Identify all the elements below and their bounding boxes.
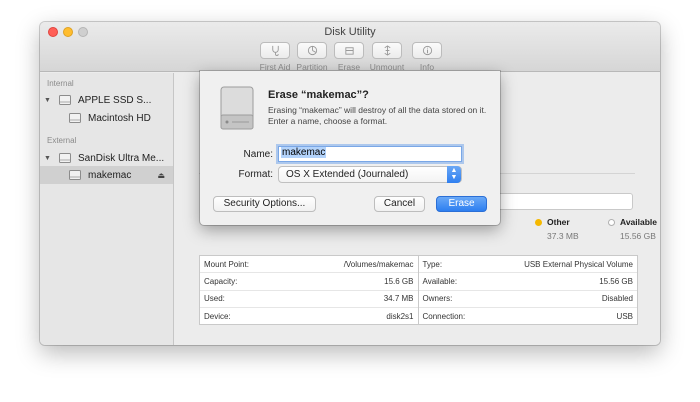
external-disk-label: SanDisk Ultra Me...	[78, 152, 165, 164]
sidebar-item-macintosh-hd[interactable]: Macintosh HD	[40, 109, 173, 127]
makemac-label: makemac	[88, 169, 132, 181]
name-label: Name:	[243, 149, 273, 160]
info-key: Owners:	[422, 294, 453, 304]
info-value: /Volumes/makemac	[343, 259, 414, 269]
internal-disk-icon	[59, 95, 71, 105]
format-label: Format:	[238, 169, 273, 180]
disclosure-triangle-icon[interactable]: ▼	[44, 97, 51, 104]
available-label: Available	[620, 217, 658, 227]
sidebar-item-internal-disk[interactable]: ▼ APPLE SSD S...	[40, 91, 173, 109]
info-row-device: Device: disk2s1	[200, 308, 418, 325]
info-row-used: Used: 34.7 MB	[200, 291, 418, 308]
info-button[interactable]: Info	[405, 42, 449, 72]
available-value: 15.56 GB	[620, 231, 656, 241]
info-row-connection: Connection: USB	[419, 308, 638, 325]
info-key: Capacity:	[204, 276, 238, 286]
info-key: Available:	[422, 276, 458, 286]
info-value: USB External Physical Volume	[524, 259, 633, 269]
window-title: Disk Utility	[324, 26, 376, 38]
stethoscope-icon	[271, 45, 279, 56]
disclosure-triangle-icon[interactable]: ▼	[44, 155, 51, 162]
volume-icon	[69, 170, 81, 180]
format-selected-value: OS X Extended (Journaled)	[286, 169, 409, 180]
info-value: 15.56 GB	[599, 276, 633, 286]
info-key: Type:	[422, 259, 443, 269]
info-row-type: Type: USB External Physical Volume	[418, 256, 637, 274]
cancel-button[interactable]: Cancel	[374, 196, 425, 212]
eject-icon[interactable]: ⏏	[157, 171, 165, 180]
info-value: 34.7 MB	[383, 294, 414, 304]
unmount-icon	[383, 45, 391, 56]
sidebar-item-makemac[interactable]: makemac ⏏	[40, 166, 173, 184]
sidebar: Internal ▼ APPLE SSD S... Macintosh HD E…	[40, 73, 174, 345]
dialog-title: Erase “makemac”?	[268, 89, 369, 101]
external-disk-icon	[59, 153, 71, 163]
name-input[interactable]: makemac	[278, 146, 462, 162]
info-key: Used:	[204, 294, 225, 304]
title-bar: Disk Utility First Aid Partition Erase U…	[40, 22, 660, 72]
dialog-message: Erasing “makemac” will destroy of all th…	[268, 105, 487, 126]
external-header: External	[47, 136, 77, 145]
format-select[interactable]: OS X Extended (Journaled) ▲ ▼	[278, 166, 462, 183]
info-row-available: Available: 15.56 GB	[418, 273, 637, 291]
info-row-capacity: Capacity: 15.6 GB	[200, 273, 418, 291]
info-value: disk2s1	[386, 311, 414, 321]
erase-button[interactable]: Erase	[436, 196, 487, 212]
info-row-owners: Owners: Disabled	[418, 291, 637, 308]
info-value: 15.6 GB	[384, 276, 414, 286]
erase-icon	[344, 47, 354, 55]
info-value: USB	[616, 311, 633, 321]
info-table: Mount Point: /Volumes/makemac Capacity: 15…	[199, 255, 638, 325]
erase-dialog: Erase “makemac”? Erasing “makemac” will …	[200, 71, 500, 225]
internal-header: Internal	[47, 79, 74, 88]
info-value: Disabled	[601, 294, 633, 304]
hard-drive-icon	[220, 86, 254, 130]
info-column-right: Type: USB External Physical Volume Availa…	[418, 256, 638, 325]
info-row-mount-point: Mount Point: /Volumes/makemac	[200, 256, 418, 274]
other-label: Other	[547, 217, 570, 227]
volume-icon	[69, 113, 81, 123]
sidebar-item-external-disk[interactable]: ▼ SanDisk Ultra Me...	[40, 149, 173, 167]
info-key: Device:	[204, 311, 231, 321]
info-icon	[422, 45, 432, 56]
select-arrows-icon: ▲ ▼	[447, 166, 461, 183]
info-key: Connection:	[422, 311, 466, 321]
internal-disk-label: APPLE SSD S...	[78, 94, 152, 106]
legend-other: Other 37.3 MB	[535, 217, 579, 241]
macintosh-hd-label: Macintosh HD	[88, 112, 151, 124]
legend-available: Available 15.56 GB	[608, 217, 657, 241]
unmount-button[interactable]: Unmount	[365, 42, 409, 72]
partition-pie-icon	[307, 45, 317, 56]
name-input-value: makemac	[281, 147, 327, 158]
info-key: Mount Point:	[204, 259, 249, 269]
security-options-button[interactable]: Security Options...	[213, 196, 316, 212]
other-value: 37.3 MB	[547, 231, 579, 241]
other-color-dot	[535, 219, 542, 226]
info-column-left: Mount Point: /Volumes/makemac Capacity: 15…	[200, 256, 419, 324]
available-color-dot	[608, 219, 615, 226]
